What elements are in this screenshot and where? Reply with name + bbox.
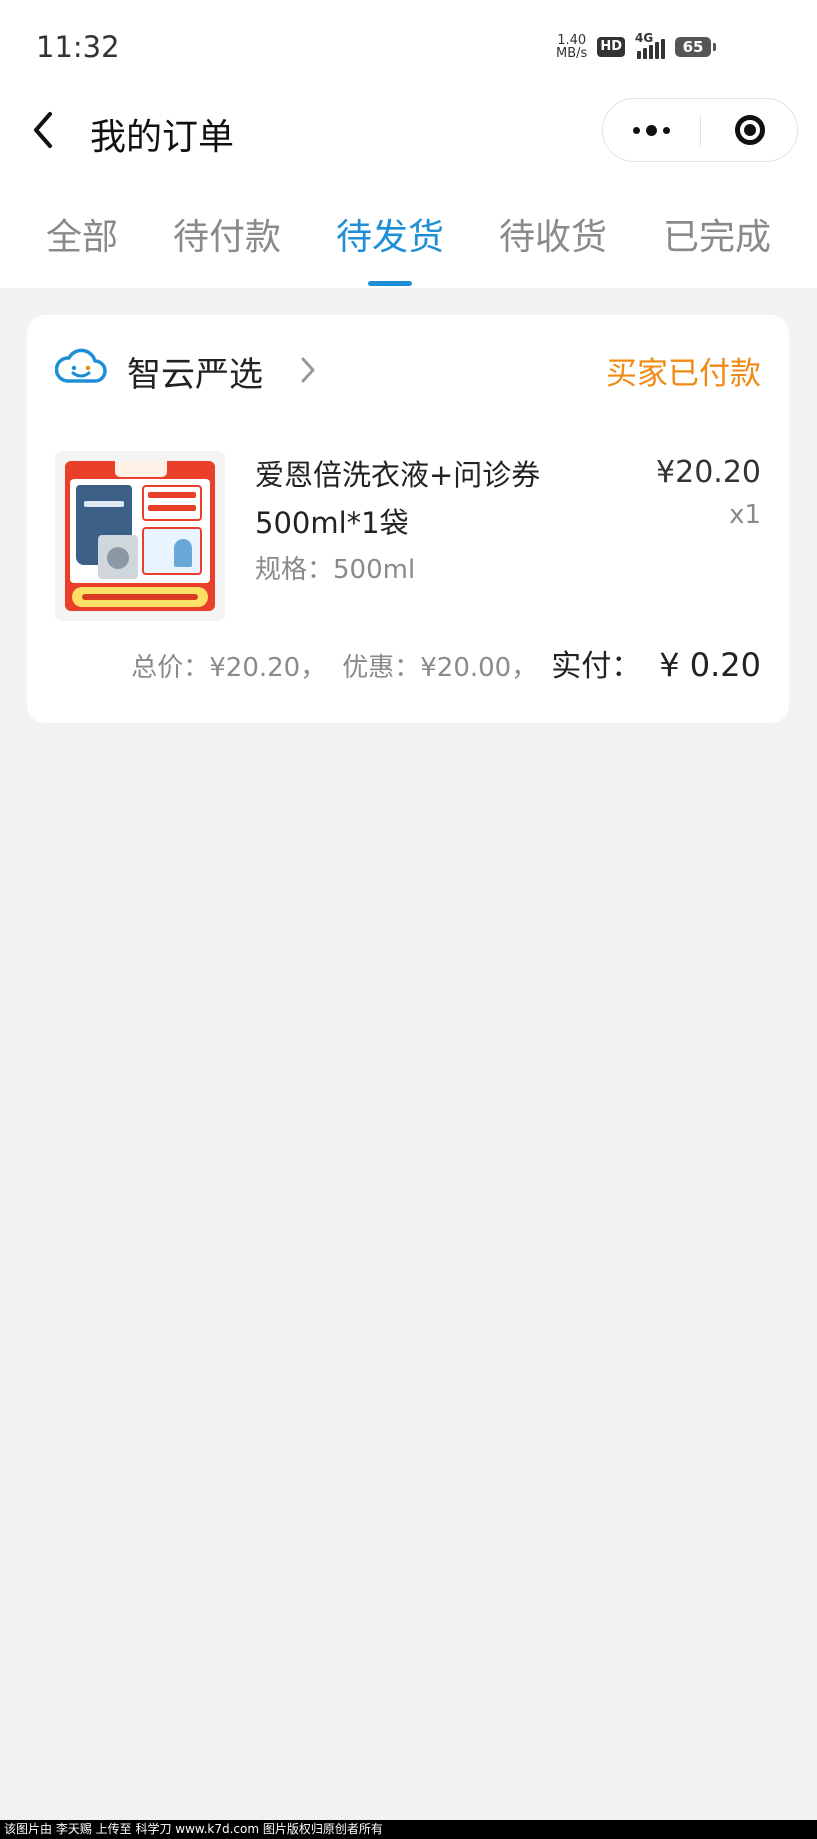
header-area: 11:32 1.40 MB/s HD 4G 65 我的订单 全部 待付款 待发货… [0,0,817,288]
shop-name[interactable]: 智云严选 [127,347,263,396]
discount-label: 优惠： [342,653,421,683]
hd-icon: HD [597,37,625,57]
close-button[interactable] [701,99,798,161]
watermark-bar: 该图片由 李天赐 上传至 科学刀 www.k7d.com 图片版权归原创者所有 [0,1820,817,1839]
order-status: 买家已付款 [606,356,761,392]
product-price: ¥20.20 [656,455,761,490]
target-circle-icon [734,115,765,145]
order-card[interactable]: 智云严选 买家已付款 爱恩倍洗衣液+问诊券500ml*1袋 规格：500ml ¥… [27,315,789,723]
mini-program-capsule [602,98,798,162]
discount-value: ¥20.00， [420,653,538,683]
more-dots-icon [633,126,640,134]
status-time: 11:32 [36,30,120,64]
network-speed: 1.40 MB/s [556,34,587,60]
cloud-smile-icon [55,348,107,383]
battery-icon: 65 [675,37,716,57]
total-label: 总价： [131,653,210,683]
signal-icon: 4G [635,31,665,59]
tab-pending-shipment[interactable]: 待发货 [336,208,444,260]
product-image[interactable] [55,451,225,621]
tab-completed[interactable]: 已完成 [663,208,771,260]
paid-value: ¥ 0.20 [659,646,761,684]
order-summary: 总价： ¥20.20， 优惠： ¥20.00， 实付： ¥ 0.20 [131,641,761,685]
total-value: ¥20.20， [209,653,327,683]
network-speed-unit: MB/s [556,46,588,61]
paid-label: 实付： [551,649,642,684]
tab-pending-payment[interactable]: 待付款 [173,208,281,260]
tab-all[interactable]: 全部 [46,208,118,260]
product-name: 爱恩倍洗衣液+问诊券500ml*1袋 [255,458,541,540]
active-tab-indicator [368,281,412,286]
back-button[interactable] [26,108,66,152]
chevron-left-icon [34,112,52,148]
more-button[interactable] [603,99,700,161]
product-quantity: x1 [729,500,761,530]
product-spec: 规格：500ml [255,555,416,585]
page-title: 我的订单 [90,117,235,158]
network-type: 4G [635,31,654,45]
chevron-right-icon [301,357,315,383]
order-tabs: 全部 待付款 待发货 待收货 已完成 [0,208,817,288]
status-indicators: 1.40 MB/s HD 4G 65 [556,31,716,60]
tab-pending-receipt[interactable]: 待收货 [499,208,607,260]
